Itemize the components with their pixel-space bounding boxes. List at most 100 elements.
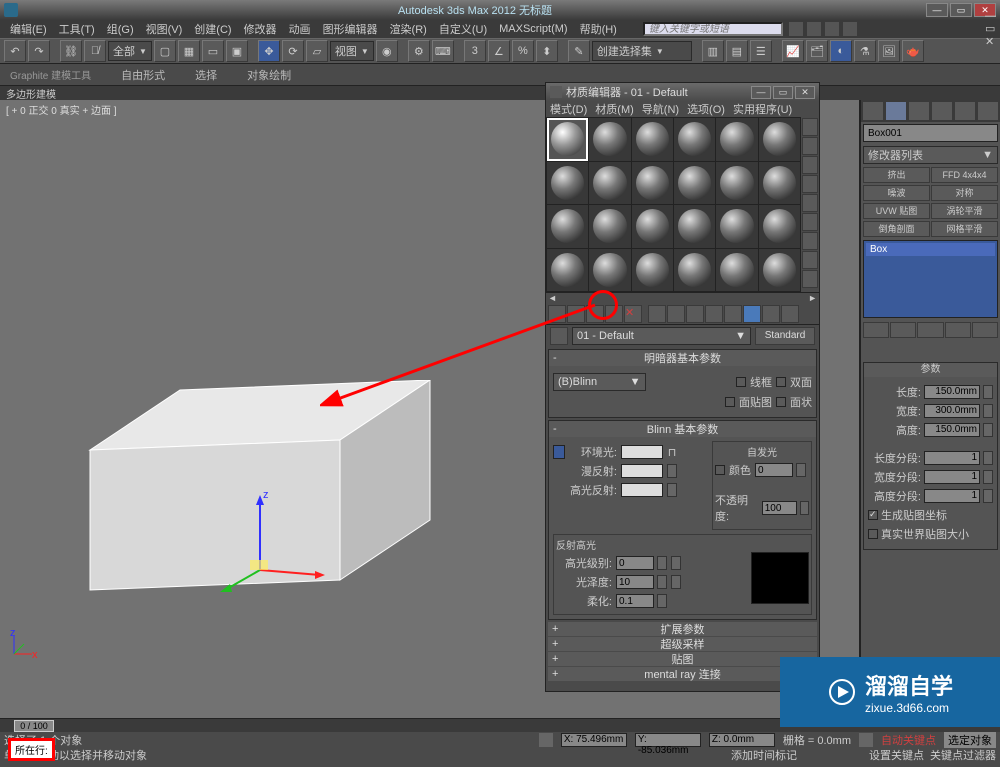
sample-slot[interactable] <box>716 162 757 205</box>
object-name-field[interactable]: Box001 <box>863 124 998 142</box>
sample-slot[interactable] <box>589 118 630 161</box>
align-button[interactable]: ▤ <box>726 40 748 62</box>
height-spinner[interactable] <box>983 423 993 437</box>
edit-named-sel-button[interactable]: ✎ <box>568 40 590 62</box>
me-minimize-button[interactable]: — <box>751 86 771 99</box>
diffuse-map-button[interactable] <box>667 464 677 478</box>
doc-restore-button[interactable]: ▭ <box>985 22 996 35</box>
curve-editor-button[interactable]: 📈 <box>782 40 804 62</box>
move-button[interactable]: ✥ <box>258 40 280 62</box>
selset-button[interactable]: 选定对象 <box>944 732 996 748</box>
shader-rollout-header[interactable]: -明暗器基本参数 <box>549 350 816 366</box>
params-header[interactable]: 参数 <box>864 363 997 377</box>
go-parent-button[interactable] <box>762 305 780 323</box>
menu-help[interactable]: 帮助(H) <box>574 21 623 37</box>
ribbon-tab-objectpaint[interactable]: 对象绘制 <box>247 67 291 83</box>
menu-animation[interactable]: 动画 <box>283 21 317 37</box>
sample-slot[interactable] <box>589 205 630 248</box>
layers-button[interactable]: ☰ <box>750 40 772 62</box>
hseg-field[interactable]: 1 <box>924 489 980 503</box>
mentalray-rollout[interactable]: +mental ray 连接 <box>548 667 817 681</box>
manipulate-button[interactable]: ⚙ <box>408 40 430 62</box>
pivot-button[interactable]: ◉ <box>376 40 398 62</box>
blinn-rollout-header[interactable]: -Blinn 基本参数 <box>549 421 816 437</box>
link-button[interactable]: ⛓ <box>60 40 82 62</box>
sample-slot[interactable] <box>674 205 715 248</box>
sample-slot[interactable] <box>759 205 800 248</box>
gloss-field[interactable]: 10 <box>616 575 654 589</box>
opacity-spinner[interactable] <box>800 501 809 515</box>
facemap-checkbox[interactable] <box>725 397 735 407</box>
material-name-dropdown[interactable]: 01 - Default▼ <box>572 327 751 345</box>
maximize-button[interactable]: ▭ <box>950 3 972 17</box>
material-editor-button[interactable]: ◐ <box>830 40 852 62</box>
material-id-button[interactable] <box>705 305 723 323</box>
material-map-nav-button[interactable] <box>802 270 818 288</box>
named-sel-dropdown[interactable]: 创建选择集▼ <box>592 41 692 61</box>
menu-maxscript[interactable]: MAXScript(M) <box>493 23 573 35</box>
selfillum-field[interactable]: 0 <box>755 463 793 477</box>
doc-minimize-button[interactable]: — <box>985 10 996 22</box>
viewport-label[interactable]: [ + 0 正交 0 真实 + 边面 ] <box>6 102 117 117</box>
video-check-button[interactable] <box>802 194 818 212</box>
sample-slot[interactable] <box>674 249 715 292</box>
doc-close-button[interactable]: ✕ <box>985 35 996 48</box>
modbtn-turbosmooth[interactable]: 涡轮平滑 <box>931 203 998 219</box>
modbtn-uvw[interactable]: UVW 贴图 <box>863 203 930 219</box>
wseg-field[interactable]: 1 <box>924 470 980 484</box>
help-icon-3[interactable] <box>825 22 839 36</box>
help-icon-2[interactable] <box>807 22 821 36</box>
go-forward-button[interactable] <box>781 305 799 323</box>
sample-slot[interactable] <box>632 162 673 205</box>
pick-material-button[interactable] <box>550 327 568 345</box>
selfillum-color-checkbox[interactable] <box>715 465 725 475</box>
material-type-button[interactable]: Standard <box>755 327 815 345</box>
mirror-button[interactable]: ▥ <box>702 40 724 62</box>
get-material-button[interactable] <box>548 305 566 323</box>
sample-slot[interactable] <box>759 162 800 205</box>
sample-slot[interactable] <box>759 118 800 161</box>
specular-swatch[interactable] <box>621 483 663 497</box>
specular-map-button[interactable] <box>667 483 677 497</box>
search-input[interactable] <box>643 22 783 36</box>
autokey-button[interactable]: 自动关键点 <box>881 732 936 748</box>
lseg-spinner[interactable] <box>983 451 993 465</box>
length-spinner[interactable] <box>983 385 993 399</box>
sample-slot[interactable] <box>632 205 673 248</box>
length-field[interactable]: 150.0mm <box>924 385 980 399</box>
speclevel-map-button[interactable] <box>671 556 681 570</box>
spinner-snap-button[interactable]: ⬍ <box>536 40 558 62</box>
ribbon-tab-selection[interactable]: 选择 <box>195 67 217 83</box>
me-menu-nav[interactable]: 导航(N) <box>642 101 679 117</box>
pin-stack-button[interactable] <box>863 322 889 338</box>
redo-button[interactable]: ↷ <box>28 40 50 62</box>
select-name-button[interactable]: ▦ <box>178 40 200 62</box>
soften-field[interactable]: 0.1 <box>616 594 654 608</box>
faceted-checkbox[interactable] <box>776 397 786 407</box>
sample-slot[interactable] <box>674 118 715 161</box>
stack-item-box[interactable]: Box <box>866 243 995 256</box>
opacity-field[interactable]: 100 <box>762 501 797 515</box>
sample-slot[interactable] <box>632 249 673 292</box>
sample-type-button[interactable] <box>802 118 818 136</box>
me-close-button[interactable]: ✕ <box>795 86 815 99</box>
sample-slot[interactable] <box>589 162 630 205</box>
modbtn-noise[interactable]: 噪波 <box>863 185 930 201</box>
menu-tools[interactable]: 工具(T) <box>53 21 101 37</box>
schematic-button[interactable]: 🗂 <box>806 40 828 62</box>
make-unique-button[interactable] <box>667 305 685 323</box>
hierarchy-tab[interactable] <box>908 101 930 121</box>
unlink-button[interactable]: ⛓̸ <box>84 40 106 62</box>
options-button[interactable] <box>802 232 818 250</box>
display-tab[interactable] <box>954 101 976 121</box>
menu-customize[interactable]: 自定义(U) <box>433 21 493 37</box>
selfillum-spinner[interactable] <box>796 463 806 477</box>
show-map-button[interactable] <box>724 305 742 323</box>
menu-edit[interactable]: 编辑(E) <box>4 21 53 37</box>
create-tab[interactable] <box>862 101 884 121</box>
y-coord-field[interactable]: Y: -85.036mm <box>635 733 701 747</box>
box-object[interactable]: z <box>80 380 440 630</box>
snap-button[interactable]: 3 <box>464 40 486 62</box>
x-coord-field[interactable]: X: 75.496mm <box>561 733 627 747</box>
render-setup-button[interactable]: ⚗ <box>854 40 876 62</box>
